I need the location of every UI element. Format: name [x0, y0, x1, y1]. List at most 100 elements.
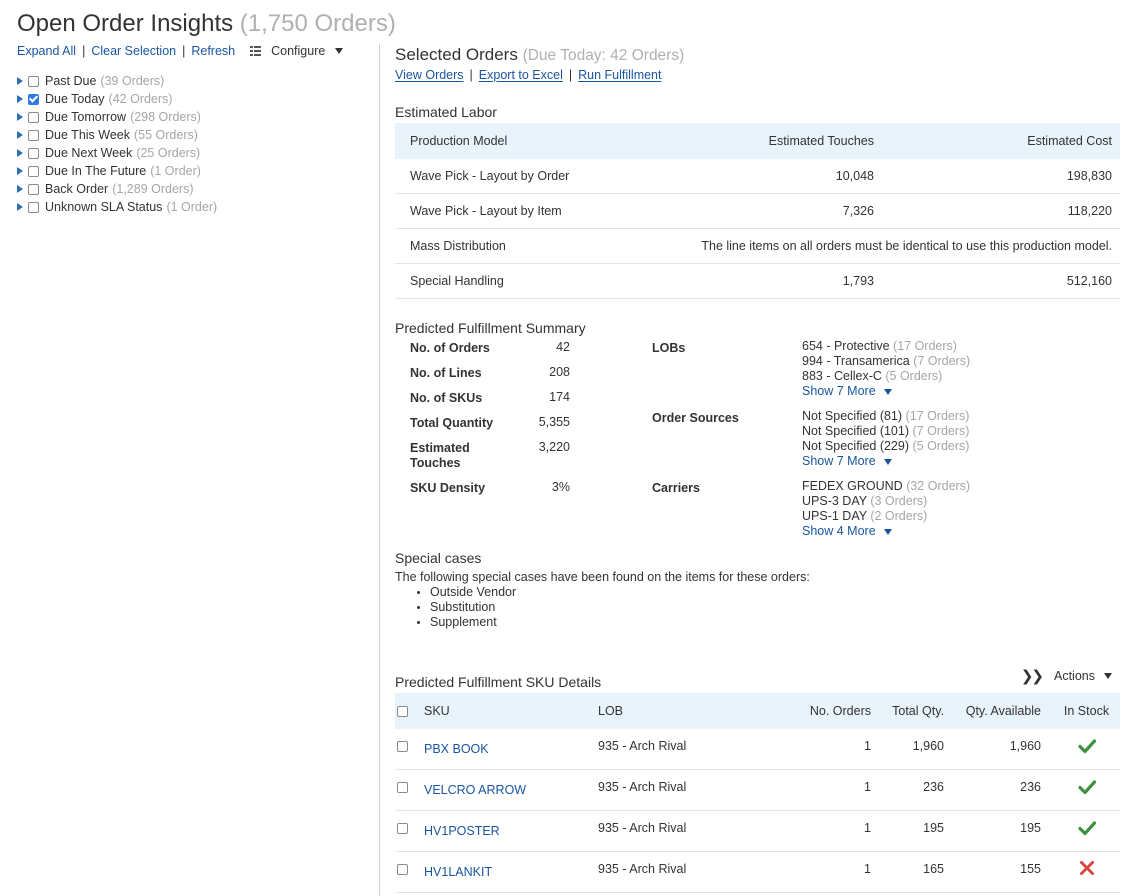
- qty-available-cell: 236: [1020, 780, 1041, 794]
- tree-item-count: (55 Orders): [134, 128, 198, 142]
- tree-item-checkbox[interactable]: [28, 165, 39, 177]
- column-header-lob[interactable]: LOB: [598, 704, 748, 718]
- list-item: Not Specified (101) (7 Orders): [802, 424, 969, 439]
- table-row: Mass Distribution The line items on all o…: [395, 229, 1120, 264]
- expand-arrow-icon[interactable]: [17, 113, 23, 121]
- tree-item-checkbox[interactable]: [28, 183, 39, 195]
- show-more-label: Show 7 More: [802, 454, 876, 468]
- show-more-carriers-link[interactable]: Show 4 More: [802, 524, 970, 539]
- select-all-checkbox[interactable]: [397, 705, 408, 717]
- tree-item-unknown-sla-status[interactable]: Unknown SLA Status (1 Order): [17, 198, 357, 216]
- table-row: HV1LANKIT 935 - Arch Rival 1 165 155: [395, 852, 1120, 893]
- production-model-cell: Wave Pick - Layout by Item: [410, 204, 562, 218]
- fulfillment-summary-title: Predicted Fulfillment Summary: [395, 320, 586, 336]
- in-stock-check-icon: [1041, 778, 1120, 796]
- list-item-name: 883 - Cellex-C: [802, 369, 882, 383]
- tree-item-count: (25 Orders): [136, 146, 201, 160]
- lob-cell: 935 - Arch Rival: [598, 862, 687, 876]
- lobs-label: LOBs: [652, 341, 686, 355]
- expand-arrow-icon[interactable]: [17, 167, 23, 175]
- actions-menu-button[interactable]: ❯❯ Actions: [1021, 667, 1112, 685]
- tree-item-label: Past Due: [45, 74, 97, 88]
- qty-available-cell: 195: [1020, 821, 1041, 835]
- tree-item-checkbox[interactable]: [28, 147, 39, 159]
- lobs-list: 654 - Protective (17 Orders) 994 - Transa…: [802, 339, 970, 399]
- list-item: UPS-1 DAY (2 Orders): [802, 509, 970, 524]
- stat-label-no-of-lines: No. of Lines: [410, 366, 482, 380]
- list-item: Not Specified (81) (17 Orders): [802, 409, 969, 424]
- sku-link[interactable]: VELCRO ARROW: [424, 783, 598, 797]
- export-to-excel-link[interactable]: Export to Excel: [479, 68, 563, 82]
- list-item-name: Not Specified (229): [802, 439, 910, 453]
- expand-arrow-icon[interactable]: [17, 149, 23, 157]
- row-checkbox[interactable]: [397, 741, 408, 752]
- special-cases-title: Special cases: [395, 550, 482, 566]
- caret-down-icon: [1104, 673, 1112, 679]
- run-fulfillment-link[interactable]: Run Fulfillment: [578, 68, 661, 82]
- show-more-sources-link[interactable]: Show 7 More: [802, 454, 969, 469]
- expand-arrow-icon[interactable]: [17, 203, 23, 211]
- tree-item-due-next-week[interactable]: Due Next Week (25 Orders): [17, 144, 357, 162]
- column-header-in-stock[interactable]: In Stock: [1041, 704, 1120, 718]
- list-item-count: (5 Orders): [912, 439, 970, 453]
- table-row: Special Handling 1,793 512,160: [395, 264, 1120, 299]
- list-item-name: 994 - Transamerica: [802, 354, 910, 368]
- tree-item-checkbox[interactable]: [28, 129, 39, 141]
- table-row: PBX BOOK 935 - Arch Rival 1 1,960 1,960: [395, 729, 1120, 770]
- clear-selection-link[interactable]: Clear Selection: [91, 44, 176, 58]
- page-title: Open Order Insights (1,750 Orders): [17, 10, 396, 38]
- show-more-lobs-link[interactable]: Show 7 More: [802, 384, 970, 399]
- tree-item-checkbox[interactable]: [28, 111, 39, 123]
- tree-item-past-due[interactable]: Past Due (39 Orders): [17, 72, 357, 90]
- double-chevron-right-icon: ❯❯: [1020, 668, 1044, 685]
- list-item-name: 654 - Protective: [802, 339, 890, 353]
- expand-arrow-icon[interactable]: [17, 77, 23, 85]
- stat-value-no-of-lines: 208: [549, 365, 570, 379]
- sku-link[interactable]: PBX BOOK: [424, 742, 598, 756]
- list-item-name: UPS-1 DAY: [802, 509, 867, 523]
- row-checkbox[interactable]: [397, 782, 408, 793]
- list-item-count: (5 Orders): [885, 369, 943, 383]
- expand-all-link[interactable]: Expand All: [17, 44, 76, 58]
- tree-item-label: Due This Week: [45, 128, 130, 142]
- sku-link[interactable]: HV1LANKIT: [424, 865, 598, 879]
- list-item-name: UPS-3 DAY: [802, 494, 867, 508]
- configure-button[interactable]: Configure: [250, 44, 344, 58]
- special-case-item: Substitution: [417, 600, 516, 615]
- list-item-count: (32 Orders): [906, 479, 971, 493]
- column-header-sku[interactable]: SKU: [424, 704, 598, 718]
- selected-orders-subtitle: (Due Today: 42 Orders): [522, 47, 685, 64]
- column-header-estimated-cost: Estimated Cost: [1027, 134, 1112, 148]
- lob-cell: 935 - Arch Rival: [598, 821, 687, 835]
- expand-arrow-icon[interactable]: [17, 95, 23, 103]
- stat-label-no-of-orders: No. of Orders: [410, 341, 490, 355]
- tree-item-count: (39 Orders): [100, 74, 165, 88]
- tree-item-due-tomorrow[interactable]: Due Tomorrow (298 Orders): [17, 108, 357, 126]
- row-checkbox[interactable]: [397, 864, 408, 875]
- view-orders-link[interactable]: View Orders: [395, 68, 464, 82]
- stat-value-total-quantity: 5,355: [538, 415, 570, 429]
- tree-item-back-order[interactable]: Back Order (1,289 Orders): [17, 180, 357, 198]
- column-header-total-qty[interactable]: Total Qty.: [871, 704, 944, 718]
- table-row: HV1POSTER 935 - Arch Rival 1 195 195: [395, 811, 1120, 852]
- expand-arrow-icon[interactable]: [17, 131, 23, 139]
- sku-link[interactable]: HV1POSTER: [424, 824, 598, 838]
- table-header-row: SKU LOB No. Orders Total Qty. Qty. Avail…: [395, 693, 1120, 729]
- tree-item-checkbox[interactable]: [28, 93, 39, 105]
- list-item-count: (7 Orders): [913, 354, 971, 368]
- carriers-list: FEDEX GROUND (32 Orders) UPS-3 DAY (3 Ord…: [802, 479, 970, 539]
- refresh-link[interactable]: Refresh: [191, 44, 235, 58]
- stat-value-sku-density: 3%: [551, 480, 570, 494]
- tree-item-due-in-the-future[interactable]: Due In The Future (1 Order): [17, 162, 357, 180]
- tree-item-checkbox[interactable]: [28, 75, 39, 87]
- qty-available-cell: 1,960: [1009, 739, 1041, 753]
- tree-item-due-today[interactable]: Due Today (42 Orders): [17, 90, 357, 108]
- show-more-label: Show 7 More: [802, 384, 876, 398]
- tree-item-count: (298 Orders): [130, 110, 201, 124]
- column-header-qty-available[interactable]: Qty. Available: [944, 704, 1041, 718]
- tree-item-due-this-week[interactable]: Due This Week (55 Orders): [17, 126, 357, 144]
- column-header-no-orders[interactable]: No. Orders: [748, 704, 871, 718]
- expand-arrow-icon[interactable]: [17, 185, 23, 193]
- tree-item-checkbox[interactable]: [28, 201, 39, 213]
- row-checkbox[interactable]: [397, 823, 408, 834]
